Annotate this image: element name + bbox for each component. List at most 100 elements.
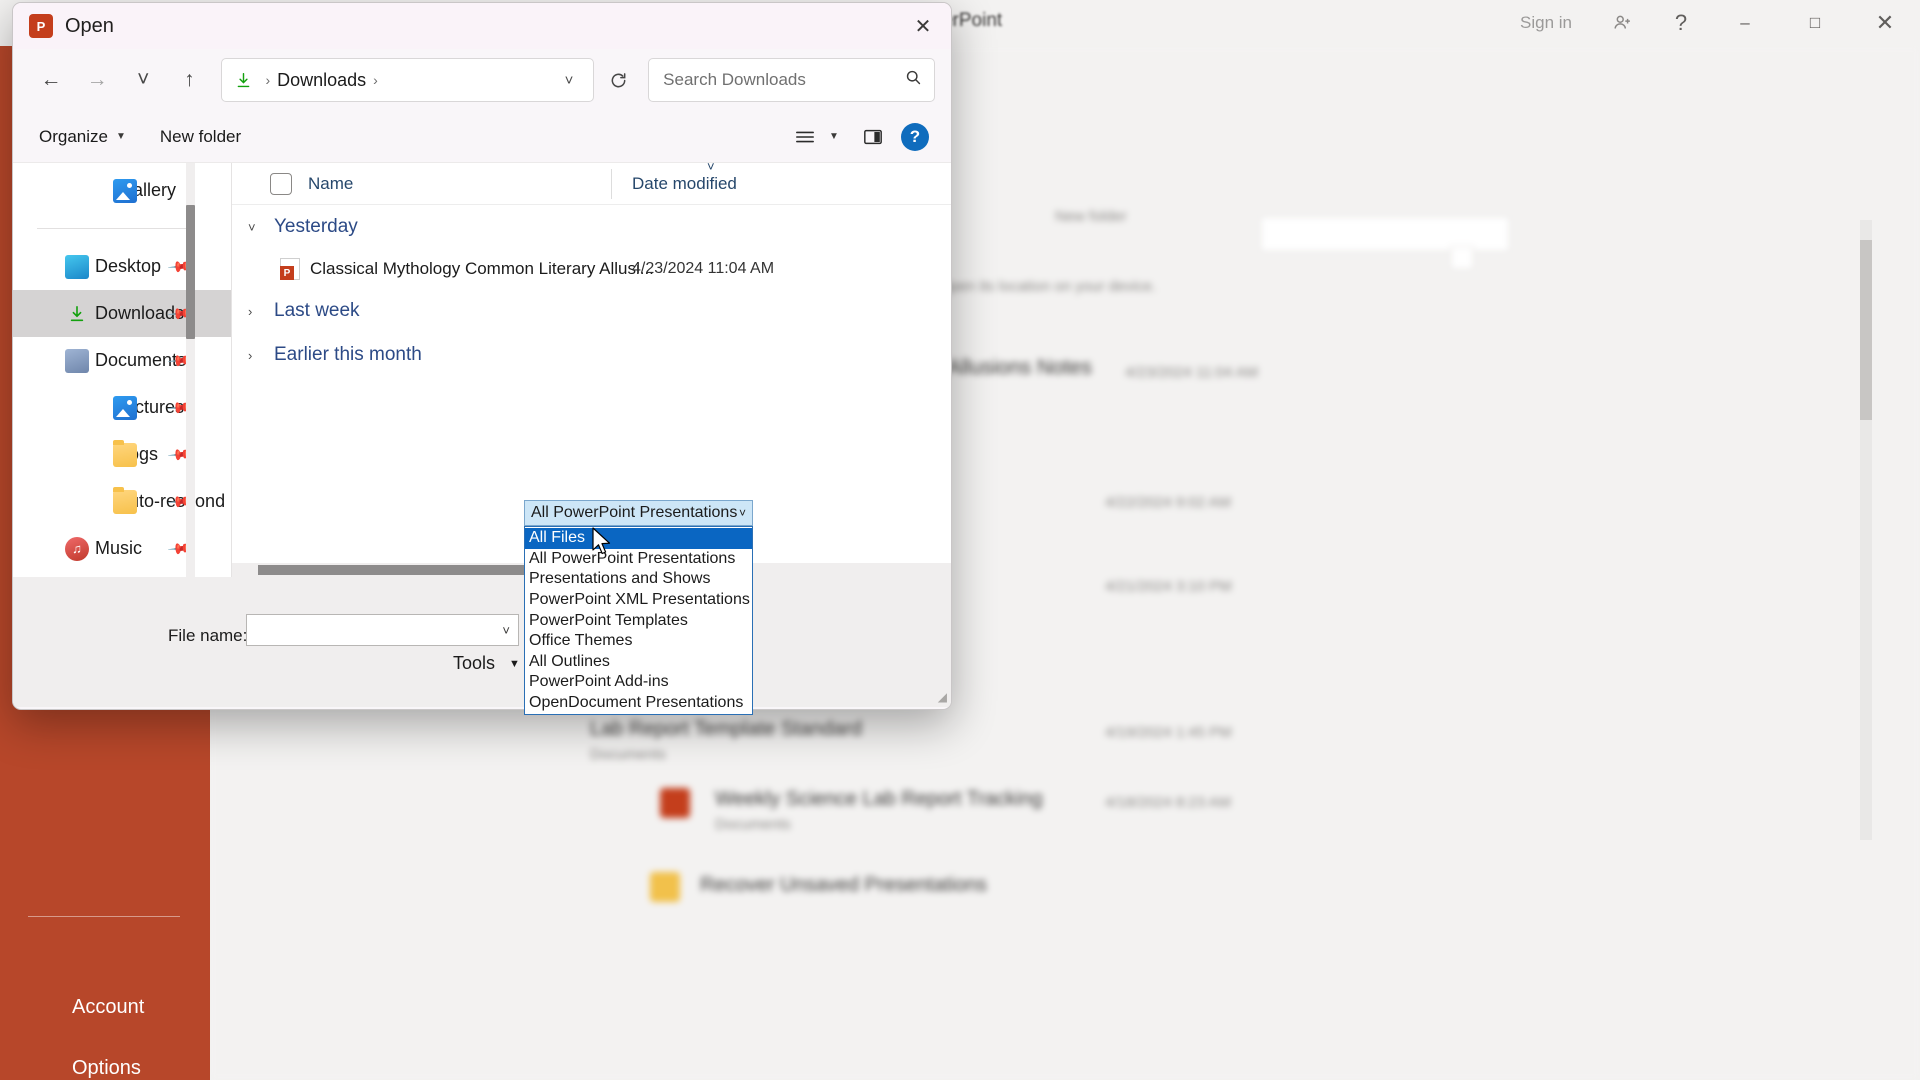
new-folder-button[interactable]: New folder <box>152 119 249 155</box>
file-group-label: Yesterday <box>274 216 358 237</box>
close-icon[interactable]: ✕ <box>1850 0 1920 46</box>
sidebar-item-auto-respond[interactable]: auto-respond 📌 <box>13 478 231 525</box>
dialog-titlebar: P Open ✕ <box>13 3 951 49</box>
sidebar-item-logs[interactable]: Logs 📌 <box>13 431 231 478</box>
file-type-option-opendocument-presentations[interactable]: OpenDocument Presentations <box>525 693 752 714</box>
tools-button[interactable]: Tools ▼ <box>453 653 520 674</box>
dialog-footer: File name: ˅ Tools ▼ ◢ <box>13 577 951 707</box>
minimize-icon[interactable]: – <box>1710 0 1780 46</box>
file-name-field[interactable]: ˅ <box>246 614 519 646</box>
sign-in-button[interactable]: Sign in <box>1498 0 1594 46</box>
breadcrumb-downloads[interactable]: Downloads <box>277 70 366 91</box>
pictures-icon <box>113 395 137 420</box>
chevron-down-icon[interactable]: ˅ <box>551 72 587 89</box>
close-icon[interactable]: ✕ <box>895 3 951 49</box>
file-type-option-all-outlines[interactable]: All Outlines <box>525 652 752 673</box>
caret-down-icon: ▼ <box>115 131 126 142</box>
sidebar-divider <box>37 228 193 229</box>
file-type-option-powerpoint-templates[interactable]: PowerPoint Templates <box>525 610 752 631</box>
organize-button[interactable]: Organize ▼ <box>31 119 134 155</box>
list-view-icon[interactable] <box>787 119 823 155</box>
breadcrumb-separator: › <box>265 72 271 88</box>
file-type-option-all-powerpoint-presentations[interactable]: All PowerPoint Presentations <box>525 549 752 570</box>
file-type-option-powerpoint-xml-presentations[interactable]: PowerPoint XML Presentations <box>525 590 752 611</box>
forward-button[interactable]: → <box>75 58 119 102</box>
search-input[interactable] <box>661 69 905 91</box>
backstage-new-folder: New folder <box>1055 208 1127 225</box>
sidebar-item-gallery[interactable]: Gallery <box>13 167 231 214</box>
powerpoint-file-icon <box>280 258 300 280</box>
file-type-selected-value: All PowerPoint Presentations <box>531 504 738 521</box>
new-folder-label: New folder <box>159 126 242 146</box>
recent-locations-button[interactable]: ˅ <box>121 58 165 102</box>
file-type-option-all-files[interactable]: All Files <box>525 528 752 549</box>
backstage-file-icon <box>660 788 690 818</box>
file-group-label: Last week <box>274 300 360 321</box>
table-row[interactable]: Classical Mythology Common Literary Allu… <box>232 249 951 289</box>
file-type-combobox[interactable]: All PowerPoint Presentations ˅ <box>524 500 753 526</box>
sidebar-item-label: Desktop <box>95 256 162 276</box>
dialog-body: Gallery Desktop 📌 Downloads 📌 Documents … <box>13 159 951 577</box>
powerpoint-icon: P <box>29 14 53 38</box>
sidebar-item-pictures[interactable]: Pictures 📌 <box>13 384 231 431</box>
search-icon[interactable] <box>905 69 922 91</box>
file-date-modified: 4/23/2024 11:04 AM <box>632 260 775 277</box>
up-button[interactable]: ↑ <box>167 58 211 102</box>
details-pane-icon[interactable] <box>855 119 891 155</box>
refresh-icon[interactable] <box>596 58 640 102</box>
sidebar-scrollbar-thumb[interactable] <box>186 205 195 339</box>
file-name-input[interactable] <box>255 620 503 640</box>
file-type-dropdown-list[interactable]: All Files All PowerPoint Presentations P… <box>524 526 753 716</box>
column-divider[interactable] <box>611 169 612 199</box>
downloads-arrow-icon <box>228 72 258 89</box>
file-type-option-powerpoint-add-ins[interactable]: PowerPoint Add-ins <box>525 672 752 693</box>
chevron-right-icon[interactable]: › <box>248 348 274 363</box>
desktop-icon <box>65 254 89 279</box>
chevron-down-icon[interactable]: ▼ <box>829 131 849 142</box>
backstage-item-sub: Documents <box>715 816 791 833</box>
column-header-name[interactable]: Name <box>308 174 353 194</box>
backstage-item-title: Lab Report Template Standard <box>590 718 863 740</box>
rail-item-options[interactable]: Options <box>72 1057 141 1080</box>
rail-item-account[interactable]: Account <box>72 996 144 1019</box>
file-group-header[interactable]: ˅ Yesterday <box>232 205 951 249</box>
select-all-checkbox[interactable] <box>270 172 292 195</box>
help-glyph: ? <box>901 122 929 151</box>
chevron-down-icon[interactable]: ˅ <box>739 506 746 520</box>
back-button[interactable]: ← <box>29 58 73 102</box>
maximize-icon[interactable]: □ <box>1780 0 1850 46</box>
sidebar-item-music[interactable]: ♫ Music 📌 <box>13 525 231 572</box>
resize-grip[interactable]: ◢ <box>938 690 947 704</box>
backstage-item-sub: Documents <box>590 746 666 763</box>
file-type-option-presentations-and-shows[interactable]: Presentations and Shows <box>525 569 752 590</box>
column-header-date-modified[interactable]: Date modified <box>632 174 737 194</box>
chevron-down-icon[interactable]: ˅ <box>502 623 510 638</box>
backstage-recover-icon <box>650 872 680 902</box>
file-type-option-office-themes[interactable]: Office Themes <box>525 631 752 652</box>
backstage-item-title: Weekly Science Lab Report Tracking <box>715 788 1043 810</box>
file-name: Classical Mythology Common Literary Allu… <box>310 259 654 278</box>
organize-label: Organize <box>39 126 108 146</box>
sidebar-item-desktop[interactable]: Desktop 📌 <box>13 243 231 290</box>
address-bar[interactable]: › Downloads › ˅ <box>221 58 595 102</box>
file-group-header[interactable]: › Last week <box>232 289 951 333</box>
search-box[interactable] <box>648 58 935 102</box>
chevron-down-icon[interactable]: ˅ <box>248 220 274 235</box>
caret-down-icon: ▼ <box>509 657 520 670</box>
backstage-item-date: 4/21/2024 3:10 PM <box>1105 578 1232 595</box>
folder-icon <box>113 439 137 467</box>
backstage-scrollbar-thumb[interactable] <box>1860 240 1872 420</box>
share-person-icon[interactable] <box>1594 0 1652 46</box>
sidebar-item-documents[interactable]: Documents 📌 <box>13 337 231 384</box>
navigation-sidebar: Gallery Desktop 📌 Downloads 📌 Documents … <box>13 163 231 577</box>
help-icon[interactable]: ? <box>897 119 933 155</box>
sidebar-item-downloads[interactable]: Downloads 📌 <box>13 290 231 337</box>
dialog-title: Open <box>65 14 114 37</box>
file-group-header[interactable]: › Earlier this month <box>232 333 951 377</box>
music-icon: ♫ <box>65 536 89 561</box>
breadcrumb-separator: › <box>373 72 378 88</box>
backstage-item-date: 4/22/2024 9:02 AM <box>1105 494 1231 511</box>
folder-icon <box>113 486 137 514</box>
chevron-right-icon[interactable]: › <box>248 304 274 319</box>
question-mark-icon[interactable]: ? <box>1652 0 1710 46</box>
